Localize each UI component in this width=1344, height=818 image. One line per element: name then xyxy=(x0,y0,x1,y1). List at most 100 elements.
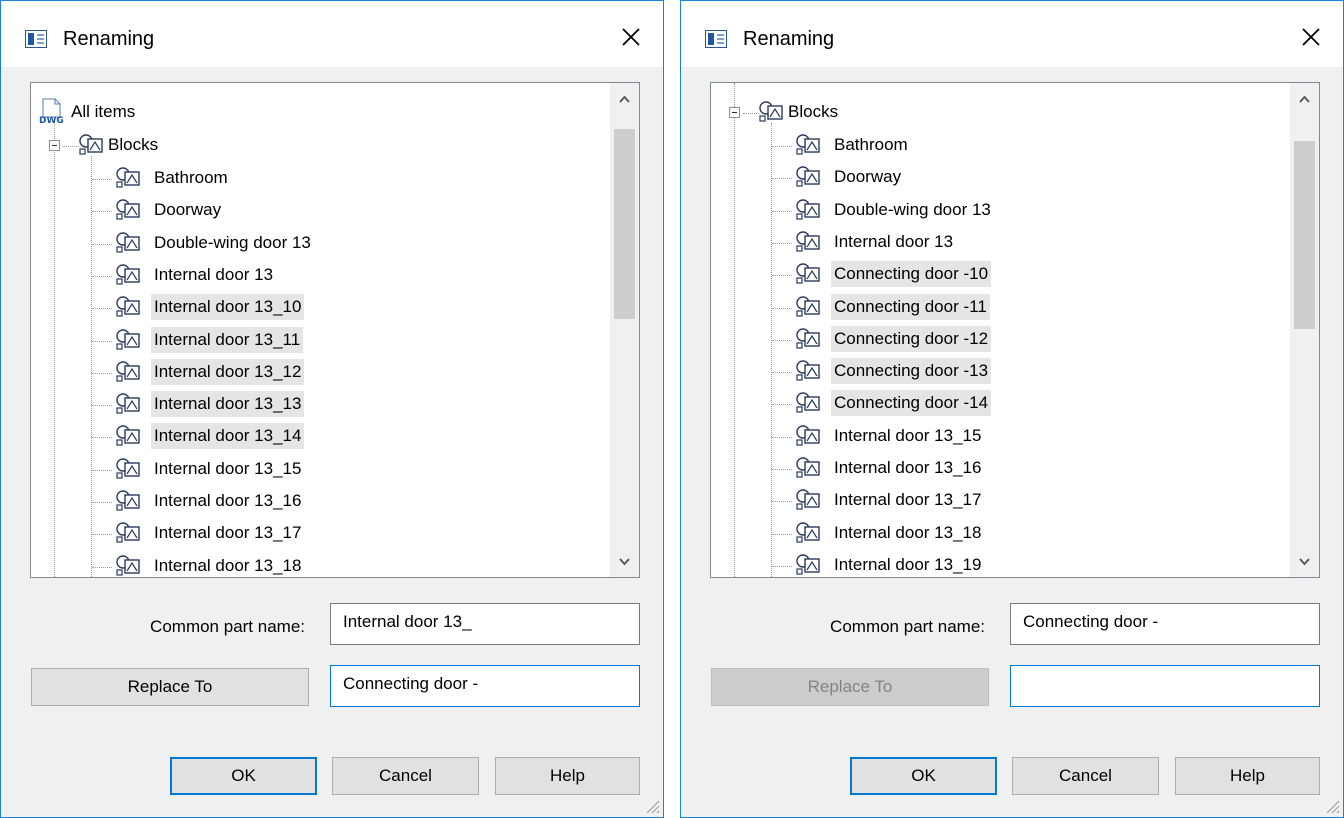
tree-item[interactable]: Double-wing door 13 xyxy=(31,228,431,256)
tree-item[interactable]: Internal door 13_15 xyxy=(31,454,431,482)
tree-item[interactable]: Double-wing door 13 xyxy=(711,195,1111,223)
renaming-dialog-left: Renaming DWG All items Blocks Bathroom D… xyxy=(0,0,664,818)
tree-item-label: Internal door 13_16 xyxy=(834,458,982,477)
scroll-up-arrow-icon[interactable] xyxy=(610,83,639,113)
tree-item[interactable]: Connecting door -14 xyxy=(711,388,1111,416)
tree-item-label: Internal door 13_12 xyxy=(151,359,305,385)
scroll-down-arrow-icon[interactable] xyxy=(1290,547,1319,577)
ok-button[interactable]: OK xyxy=(850,757,997,795)
tree-item[interactable]: Internal door 13_10 xyxy=(31,292,431,320)
tree-group-label: Blocks xyxy=(108,135,159,154)
block-icon xyxy=(116,167,140,188)
block-icon xyxy=(796,263,820,284)
resize-grip-icon[interactable] xyxy=(1322,796,1340,814)
tree-item-label: Connecting door -14 xyxy=(831,390,992,416)
tree-item[interactable]: Connecting door -12 xyxy=(711,324,1111,352)
tree-item-label: Bathroom xyxy=(154,168,228,187)
blocks-tree-view[interactable]: DWG All items Blocks Bathroom Doorway Doub… xyxy=(30,82,640,578)
tree-item[interactable]: Internal door 13_14 xyxy=(31,421,431,449)
ok-button[interactable]: OK xyxy=(170,757,317,795)
tree-item[interactable]: Connecting door -10 xyxy=(711,259,1111,287)
tree-item-label: Bathroom xyxy=(834,135,908,154)
tree-group-blocks[interactable]: Blocks xyxy=(711,97,1011,125)
collapse-toggle-icon[interactable] xyxy=(729,107,740,118)
tree-content: DWG All items Blocks Bathroom Doorway Doub… xyxy=(31,83,610,577)
tree-item-label: Internal door 13_11 xyxy=(151,327,304,353)
scroll-up-arrow-icon[interactable] xyxy=(1290,83,1319,113)
block-group-icon xyxy=(79,134,103,155)
tree-scrollbar[interactable] xyxy=(1290,83,1319,577)
block-icon xyxy=(796,425,820,446)
tree-item-label: Internal door 13_10 xyxy=(151,294,305,320)
replace-to-button[interactable]: Replace To xyxy=(711,668,989,706)
tree-group-blocks[interactable]: Blocks xyxy=(31,130,331,158)
tree-item[interactable]: Internal door 13_12 xyxy=(31,357,431,385)
tree-item[interactable]: Internal door 13_17 xyxy=(31,518,431,546)
tree-item[interactable]: Internal door 13 xyxy=(31,260,431,288)
tree-item[interactable]: Internal door 13_16 xyxy=(31,486,431,514)
tree-item-label: Internal door 13 xyxy=(834,232,954,251)
dialog-title: Renaming xyxy=(743,28,835,50)
block-icon xyxy=(796,296,820,317)
block-icon xyxy=(116,458,140,479)
common-part-name-label: Common part name: xyxy=(150,617,305,636)
replace-to-input[interactable] xyxy=(1010,665,1320,707)
resize-grip-icon[interactable] xyxy=(642,796,660,814)
tree-item[interactable]: Bathroom xyxy=(711,130,1111,158)
tree-item[interactable]: Connecting door -11 xyxy=(711,292,1111,320)
tree-item-label: Internal door 13_18 xyxy=(834,523,982,542)
common-part-name-input[interactable]: Internal door 13_ xyxy=(330,603,640,645)
tree-item[interactable]: Internal door 13_19 xyxy=(711,550,1111,577)
tree-item[interactable]: Connecting door -13 xyxy=(711,356,1111,384)
tree-item[interactable]: Internal door 13_17 xyxy=(711,485,1111,513)
tree-root-node[interactable]: DWG All items xyxy=(31,97,331,125)
block-icon xyxy=(116,555,140,576)
title-bar: Renaming xyxy=(1,1,663,67)
tree-item-label: Doorway xyxy=(154,200,222,219)
tree-item[interactable]: Internal door 13_15 xyxy=(711,421,1111,449)
tree-item[interactable]: Bathroom xyxy=(31,163,431,191)
tree-item-label: Connecting door -12 xyxy=(831,326,992,352)
block-icon xyxy=(116,490,140,511)
replace-to-button[interactable]: Replace To xyxy=(31,668,309,706)
common-part-name-input[interactable]: Connecting door - xyxy=(1010,603,1320,645)
close-icon[interactable] xyxy=(1297,23,1325,51)
block-icon xyxy=(796,360,820,381)
cancel-button[interactable]: Cancel xyxy=(1012,757,1159,795)
svg-text:DWG: DWG xyxy=(39,116,64,125)
close-icon[interactable] xyxy=(617,23,645,51)
tree-item[interactable]: Internal door 13_11 xyxy=(31,325,431,353)
block-icon xyxy=(796,522,820,543)
block-group-icon xyxy=(759,101,783,122)
tree-item-label: Internal door 13_13 xyxy=(151,391,305,417)
block-icon xyxy=(116,232,140,253)
help-button[interactable]: Help xyxy=(495,757,640,795)
tree-item-label: Doorway xyxy=(834,167,902,186)
tree-scrollbar[interactable] xyxy=(610,83,639,577)
tree-item[interactable]: Internal door 13_18 xyxy=(31,551,431,577)
tree-group-label: Blocks xyxy=(788,102,839,121)
blocks-tree-view[interactable]: Blocks Bathroom Doorway Double-wing door 1… xyxy=(710,82,1320,578)
tree-item-label: Internal door 13_17 xyxy=(154,523,302,542)
block-icon xyxy=(116,296,140,317)
tree-item[interactable]: Internal door 13_13 xyxy=(31,389,431,417)
cancel-button[interactable]: Cancel xyxy=(332,757,479,795)
help-button[interactable]: Help xyxy=(1175,757,1320,795)
dwg-file-icon: DWG xyxy=(39,98,64,125)
tree-item[interactable]: Doorway xyxy=(711,162,1111,190)
title-bar: Renaming xyxy=(681,1,1343,67)
scroll-down-arrow-icon[interactable] xyxy=(610,547,639,577)
collapse-toggle-icon[interactable] xyxy=(49,140,60,151)
tree-item[interactable]: Internal door 13_16 xyxy=(711,453,1111,481)
dialog-title: Renaming xyxy=(63,28,155,50)
block-icon xyxy=(796,166,820,187)
tree-item[interactable]: Doorway xyxy=(31,195,431,223)
scrollbar-thumb[interactable] xyxy=(614,129,635,319)
replace-to-input[interactable]: Connecting door - xyxy=(330,665,640,707)
tree-item[interactable]: Internal door 13_18 xyxy=(711,518,1111,546)
tree-item-label: Internal door 13_18 xyxy=(154,556,302,575)
tree-item-label: Double-wing door 13 xyxy=(154,233,311,252)
scrollbar-thumb[interactable] xyxy=(1294,141,1315,329)
tree-item[interactable]: Internal door 13 xyxy=(711,227,1111,255)
renaming-dialog-right: Renaming Blocks Bathroom Doorway Double-wi… xyxy=(680,0,1344,818)
